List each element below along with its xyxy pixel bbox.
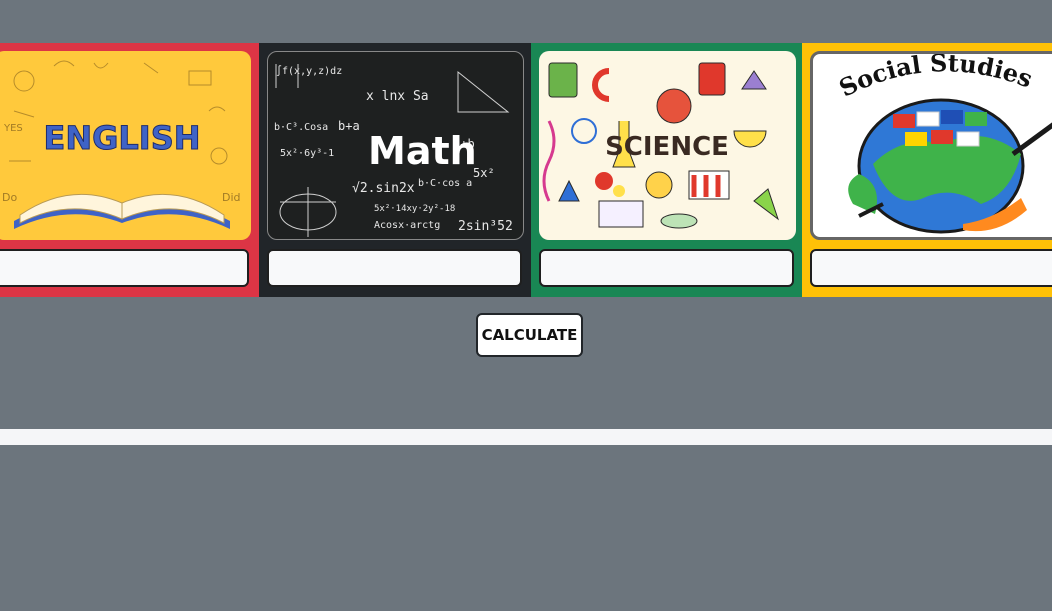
card-english: Do Did YES ENGLISH (0, 43, 259, 297)
science-image: SCIENCE (539, 51, 796, 240)
social-studies-image: Social Studies (810, 51, 1052, 240)
divider-strip (0, 429, 1052, 445)
math-title: Math (368, 129, 477, 173)
math-score-input[interactable] (267, 249, 522, 287)
math-image: ∫f(x,y,z)dz x lnx Sa b·C³.Cosa b+a a+b 5… (267, 51, 524, 240)
science-score-input[interactable] (539, 249, 794, 287)
math-formula: 5x²·6y³-1 (280, 148, 334, 159)
math-formula: b+a (338, 119, 360, 133)
math-formula: x lnx Sa (366, 89, 429, 104)
english-title: ENGLISH (43, 119, 200, 157)
card-math: ∫f(x,y,z)dz x lnx Sa b·C³.Cosa b+a a+b 5… (259, 43, 532, 297)
math-formula: b·C³.Cosa (274, 122, 328, 133)
english-score-input[interactable] (0, 249, 249, 287)
svg-text:Do: Do (2, 191, 17, 204)
card-science: SCIENCE (531, 43, 804, 297)
social-studies-score-input[interactable] (810, 249, 1052, 287)
subject-cards: Do Did YES ENGLISH ∫f(x,y,z)dz x lnx Sa … (0, 43, 1052, 297)
math-formula: 2sin³52 (458, 219, 513, 234)
page: Do Did YES ENGLISH ∫f(x,y,z)dz x lnx Sa … (0, 0, 1052, 611)
math-formula: b·C·cos a (418, 178, 472, 189)
card-social-studies: Social Studies (802, 43, 1052, 297)
svg-text:Did: Did (222, 191, 241, 204)
calculate-button[interactable]: CALCULATE (476, 313, 583, 357)
science-title: SCIENCE (605, 132, 729, 162)
math-formula: √2.sin2x (352, 181, 415, 196)
svg-text:Social Studies: Social Studies (834, 54, 1036, 103)
english-image: Do Did YES ENGLISH (0, 51, 251, 240)
math-formula: 5x²·14xy·2y²-18 (374, 204, 455, 214)
svg-text:YES: YES (3, 123, 23, 134)
math-formula: Acosx·arctg (374, 220, 440, 231)
math-formula: ∫f(x,y,z)dz (276, 65, 342, 77)
social-studies-title: Social Studies (834, 54, 1036, 103)
